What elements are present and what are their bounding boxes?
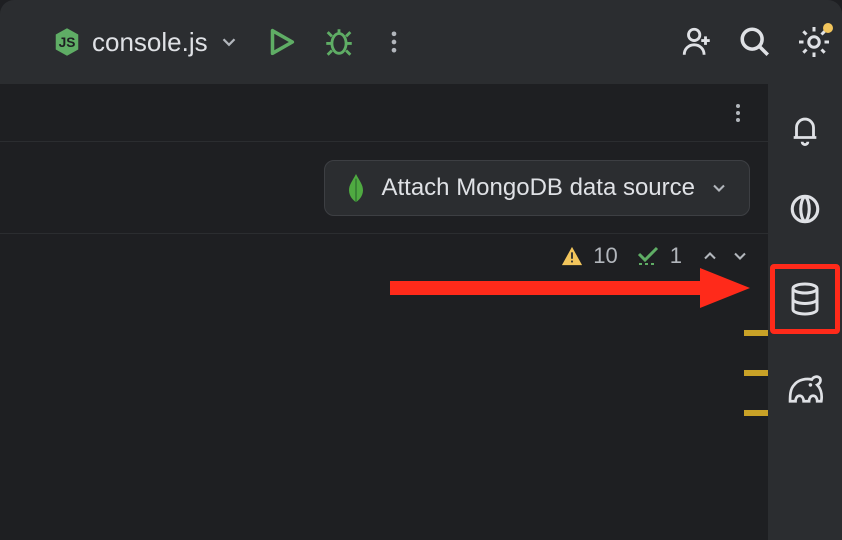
code-with-me-button[interactable] bbox=[680, 25, 714, 59]
warning-marker[interactable] bbox=[744, 410, 768, 416]
nodejs-icon: JS bbox=[52, 27, 82, 57]
database-tool-button[interactable] bbox=[770, 264, 840, 334]
gradle-tool-button[interactable] bbox=[780, 364, 830, 414]
weak-warning-icon bbox=[636, 246, 660, 266]
notifications-button[interactable] bbox=[780, 104, 830, 154]
datasource-bar: Attach MongoDB data source bbox=[0, 142, 768, 234]
inspection-status-bar[interactable]: 10 1 bbox=[0, 234, 768, 278]
next-highlight-button[interactable] bbox=[730, 246, 750, 266]
settings-notification-dot bbox=[823, 23, 833, 33]
run-config-selector[interactable]: JS console.js bbox=[52, 27, 240, 58]
warning-marker[interactable] bbox=[744, 370, 768, 376]
mongodb-leaf-icon bbox=[345, 174, 367, 202]
warning-count: 10 bbox=[593, 243, 617, 269]
ai-assistant-button[interactable] bbox=[780, 184, 830, 234]
more-actions-button[interactable] bbox=[380, 28, 408, 56]
editor-area: Attach MongoDB data source 10 1 bbox=[0, 84, 768, 540]
chevron-down-icon bbox=[709, 178, 729, 198]
chevron-down-icon bbox=[218, 31, 240, 53]
attach-datasource-label: Attach MongoDB data source bbox=[381, 174, 695, 202]
prev-highlight-button[interactable] bbox=[700, 246, 720, 266]
error-stripe[interactable] bbox=[744, 330, 768, 416]
debug-button[interactable] bbox=[322, 25, 356, 59]
title-toolbar: JS console.js bbox=[0, 0, 842, 84]
warning-marker[interactable] bbox=[744, 330, 768, 336]
weak-warning-count: 1 bbox=[670, 243, 682, 269]
tab-overflow-button[interactable] bbox=[726, 101, 750, 125]
svg-text:JS: JS bbox=[59, 35, 76, 50]
run-button[interactable] bbox=[264, 25, 298, 59]
editor-tabbar bbox=[0, 84, 768, 142]
search-button[interactable] bbox=[738, 25, 772, 59]
right-tool-rail bbox=[768, 84, 842, 540]
settings-button[interactable] bbox=[796, 24, 832, 60]
attach-datasource-dropdown[interactable]: Attach MongoDB data source bbox=[324, 160, 750, 216]
warning-icon bbox=[561, 245, 583, 267]
file-name-label: console.js bbox=[92, 27, 208, 58]
